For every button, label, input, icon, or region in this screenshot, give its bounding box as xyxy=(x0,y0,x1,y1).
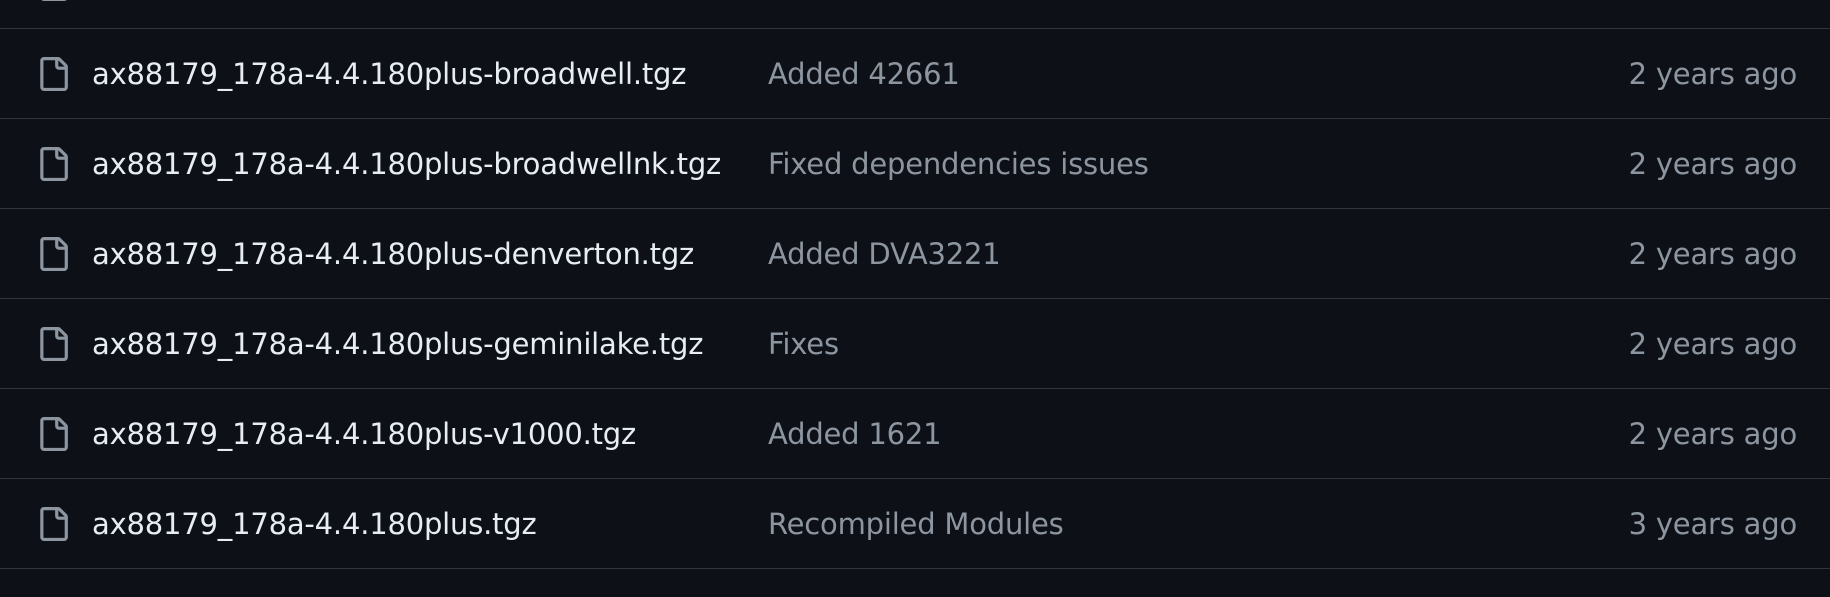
file-icon xyxy=(40,506,68,541)
file-row[interactable]: ax88179_178a-4.4.180plus-broadwellnk.tgz… xyxy=(0,119,1830,209)
file-row[interactable]: ax88179_178a-4.4.180plus-broadwell.tgz A… xyxy=(0,29,1830,119)
commit-time: 2 years ago xyxy=(1628,416,1798,451)
file-row[interactable]: ax88179_178a-4.4.180plus-denverton.tgz A… xyxy=(0,209,1830,299)
commit-message-link[interactable]: Fixes xyxy=(768,327,839,361)
file-name-link[interactable]: ax88179_178a-4.4.180plus-geminilake.tgz xyxy=(92,327,703,361)
commit-time: 3 years ago xyxy=(1628,506,1798,541)
commit-message-link[interactable]: Recompiled Modules xyxy=(768,507,1064,541)
commit-message-link[interactable]: Added DVA3221 xyxy=(768,237,1001,271)
file-row[interactable]: ax88179_178a-4.4.180plus-v1000.tgz Added… xyxy=(0,389,1830,479)
file-icon xyxy=(40,56,68,91)
commit-time: 2 years ago xyxy=(1628,146,1798,181)
file-name-link[interactable]: ax88179_178a-4.4.180plus-v1000.tgz xyxy=(92,417,636,451)
file-name-link[interactable]: ax88179_178a-4.4.180plus.tgz xyxy=(92,507,537,541)
commit-message-link[interactable]: Added 42661 xyxy=(768,57,960,91)
commit-time: 2 years ago xyxy=(1628,56,1798,91)
file-icon xyxy=(42,0,66,1)
file-icon xyxy=(40,236,68,271)
file-icon xyxy=(40,326,68,361)
file-name-link[interactable]: ax88179_178a-4.4.180plus-broadwellnk.tgz xyxy=(92,147,721,181)
commit-message-link[interactable]: Fixed dependencies issues xyxy=(768,147,1149,181)
file-name-link[interactable]: ax88179_178a-4.4.180plus-denverton.tgz xyxy=(92,237,694,271)
file-row-partial[interactable] xyxy=(0,0,1830,29)
commit-time: 2 years ago xyxy=(1628,236,1798,271)
file-name-link[interactable]: ax88179_178a-4.4.180plus-broadwell.tgz xyxy=(92,57,686,91)
commit-message-link[interactable]: Added 1621 xyxy=(768,417,942,451)
file-list: ax88179_178a-4.4.180plus-broadwell.tgz A… xyxy=(0,0,1830,569)
file-icon xyxy=(40,416,68,451)
file-row[interactable]: ax88179_178a-4.4.180plus.tgz Recompiled … xyxy=(0,479,1830,569)
file-row[interactable]: ax88179_178a-4.4.180plus-geminilake.tgz … xyxy=(0,299,1830,389)
commit-time: 2 years ago xyxy=(1628,326,1798,361)
file-icon xyxy=(40,146,68,181)
